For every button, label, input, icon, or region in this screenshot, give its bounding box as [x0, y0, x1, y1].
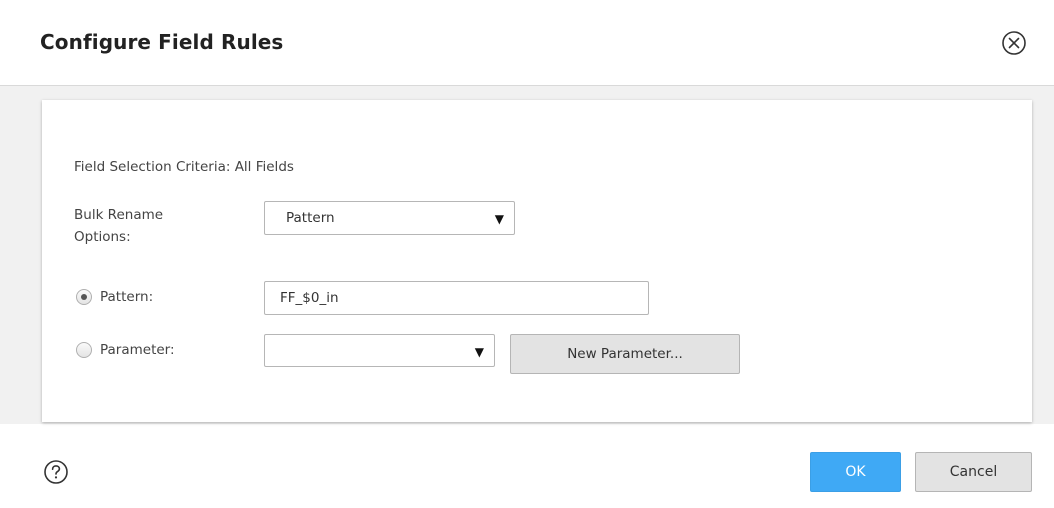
- bulk-rename-options-select[interactable]: Pattern ▼: [264, 201, 515, 235]
- bulk-rename-options-label: Bulk Rename Options:: [74, 207, 164, 245]
- dialog-title: Configure Field Rules: [40, 30, 284, 54]
- cancel-button[interactable]: Cancel: [915, 452, 1032, 492]
- pattern-label: Pattern:: [100, 289, 154, 305]
- new-parameter-button[interactable]: New Parameter...: [510, 334, 740, 374]
- dropdown-arrow-icon: ▼: [474, 345, 484, 359]
- parameter-select[interactable]: ▼: [264, 334, 495, 367]
- help-icon[interactable]: [43, 459, 69, 485]
- parameter-label: Parameter:: [100, 342, 175, 358]
- pattern-radio[interactable]: [76, 289, 92, 305]
- parameter-radio[interactable]: [76, 342, 92, 358]
- bulk-rename-selected-value: Pattern: [286, 210, 335, 226]
- rules-panel: Field Selection Criteria: All Fields Bul…: [42, 100, 1032, 422]
- field-selection-criteria: Field Selection Criteria: All Fields: [74, 159, 294, 175]
- dialog-body: Field Selection Criteria: All Fields Bul…: [0, 86, 1054, 424]
- close-icon[interactable]: [1001, 30, 1027, 56]
- dropdown-arrow-icon: ▼: [494, 212, 504, 226]
- pattern-input[interactable]: [264, 281, 649, 315]
- configure-field-rules-dialog: Configure Field Rules Field Selection Cr…: [0, 0, 1054, 508]
- ok-button[interactable]: OK: [810, 452, 901, 492]
- dialog-header: Configure Field Rules: [0, 0, 1054, 86]
